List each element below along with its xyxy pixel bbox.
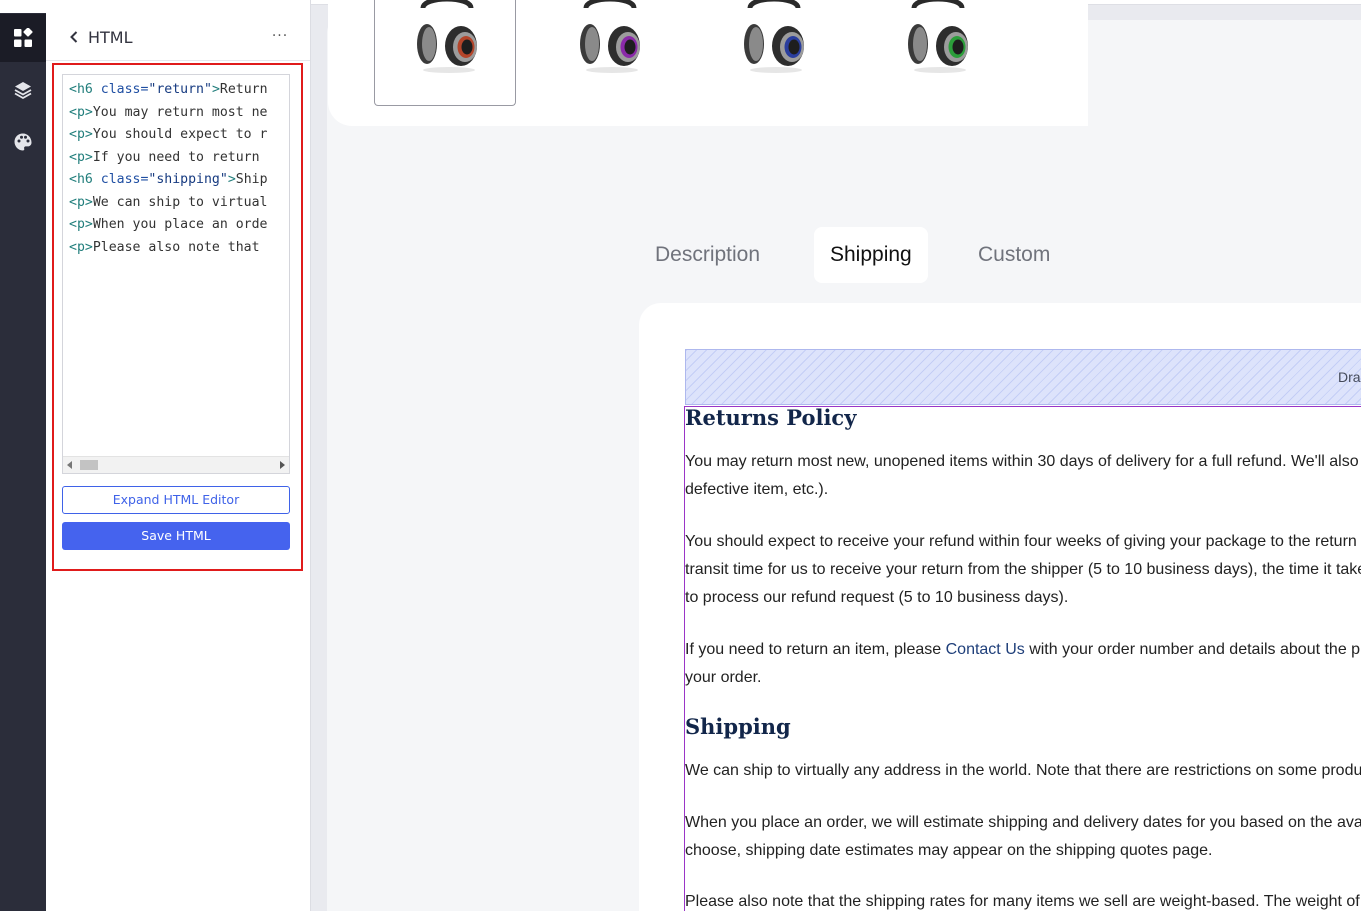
code-token-attr: class= (100, 172, 149, 187)
rail-top-strip (0, 0, 46, 13)
code-token-tag: <p> (69, 239, 93, 255)
code-token-tag: <p> (69, 127, 93, 142)
shipping-paragraph-2-line-1: When you place an order, we will estimat… (685, 814, 1361, 831)
code-token-attr: class= (100, 82, 149, 97)
widgets-icon (14, 28, 33, 47)
code-line: <p>We can ship to virtual (69, 192, 289, 215)
code-line: <h6 class="shipping">Ship (69, 169, 289, 192)
returns-p3-prefix: If you need to return an item, please (685, 641, 946, 658)
code-line: <p>You may return most ne (69, 102, 289, 125)
more-options-icon[interactable]: ··· (270, 25, 290, 49)
headphones-icon (417, 0, 477, 73)
scroll-right-arrow-icon[interactable] (280, 461, 285, 469)
gallery-thumbnail[interactable] (538, 0, 680, 106)
returns-paragraph-1-line-1: You may return most new, unopened items … (685, 453, 1361, 470)
scrollbar-thumb[interactable] (80, 460, 98, 470)
code-token-text: You may return most ne (92, 104, 268, 120)
headphones-icon (908, 0, 968, 73)
code-token-close: > (227, 172, 236, 187)
palette-icon (14, 133, 32, 151)
code-token-tag: <p> (69, 149, 93, 165)
code-token-text: We can ship to virtual (92, 194, 268, 210)
returns-paragraph-1-line-2: defective item, etc.). (685, 481, 829, 498)
headphones-icon (580, 0, 640, 73)
scroll-left-arrow-icon[interactable] (67, 461, 72, 469)
returns-paragraph-2-line-3: to process our refund request (5 to 10 b… (685, 589, 1069, 606)
returns-paragraph-3-line-2: your order. (685, 669, 762, 686)
save-html-button[interactable]: Save HTML (62, 522, 290, 550)
code-token-tag: <p> (69, 104, 93, 120)
gallery-thumbnail[interactable] (374, 0, 516, 106)
dropzone-label: Drag widgets here (1338, 369, 1361, 385)
layers-icon (14, 82, 32, 100)
code-token-text: You should expect to r (92, 127, 268, 142)
chevron-left-icon (70, 31, 78, 43)
code-line: <h6 class="return">Return (69, 79, 289, 102)
panel-title: HTML (88, 27, 133, 47)
code-line: <p>When you place an orde (69, 214, 289, 237)
code-line: <p>If you need to return (69, 147, 289, 170)
rail-theme-button[interactable] (0, 118, 46, 166)
product-gallery-card (328, 0, 1088, 126)
page-builder: HTML ··· <h6 class="return">Return <p>You… (0, 0, 1361, 911)
returns-paragraph-3-line-1: If you need to return an item, please Co… (685, 636, 1361, 664)
gallery-thumbnail[interactable] (702, 0, 844, 106)
code-token-text: Return (219, 82, 268, 97)
horizontal-scrollbar[interactable] (63, 456, 289, 473)
returns-paragraph-2-line-2: transit time for us to receive your retu… (685, 561, 1361, 578)
returns-p3-suffix: with your order number and details about… (1029, 641, 1361, 658)
contact-us-link[interactable]: Contact Us (946, 641, 1025, 658)
expand-html-editor-button[interactable]: Expand HTML Editor (62, 486, 290, 514)
widget-dropzone[interactable]: Drag widgets here (685, 349, 1361, 405)
shipping-paragraph-3: Please also note that the shipping rates… (685, 893, 1361, 910)
panel-header: HTML ··· (46, 13, 310, 61)
code-token-text: When you place an orde (92, 217, 268, 232)
code-token-tag: <h6 (69, 82, 101, 97)
shipping-paragraph-2-line-2: choose, shipping date estimates may appe… (685, 842, 1213, 859)
tab-description[interactable]: Description (639, 227, 776, 283)
code-token-text: Ship (235, 172, 268, 187)
returns-paragraph-2-line-1: You should expect to receive your refund… (685, 533, 1361, 550)
rail-widgets-button[interactable] (0, 14, 46, 62)
gallery-thumbnail[interactable] (866, 0, 1008, 106)
code-lines: <h6 class="return">Return <p>You may retu… (69, 79, 289, 260)
tab-custom[interactable]: Custom (962, 227, 1066, 283)
shipping-heading: Shipping (685, 714, 791, 739)
code-token-tag: <h6 (69, 172, 101, 187)
code-token-tag: <p> (69, 217, 93, 232)
headphones-icon (744, 0, 804, 73)
code-token-close: > (211, 82, 220, 97)
code-token-text: If you need to return (92, 149, 268, 165)
code-token-str: "shipping" (148, 172, 228, 187)
rail-layers-button[interactable] (0, 66, 46, 114)
code-line: <p>Please also note that (69, 237, 289, 260)
tab-shipping[interactable]: Shipping (814, 227, 928, 283)
html-code-editor[interactable]: <h6 class="return">Return <p>You may retu… (62, 74, 290, 474)
code-line: <p>You should expect to r (69, 124, 289, 147)
returns-policy-heading: Returns Policy (685, 405, 857, 430)
code-token-tag: <p> (69, 194, 93, 210)
shipping-paragraph-1: We can ship to virtually any address in … (685, 762, 1361, 779)
back-button[interactable]: HTML (68, 25, 138, 49)
code-token-str: "return" (148, 82, 212, 97)
code-token-text: Please also note that (92, 239, 268, 255)
left-rail (0, 0, 46, 911)
